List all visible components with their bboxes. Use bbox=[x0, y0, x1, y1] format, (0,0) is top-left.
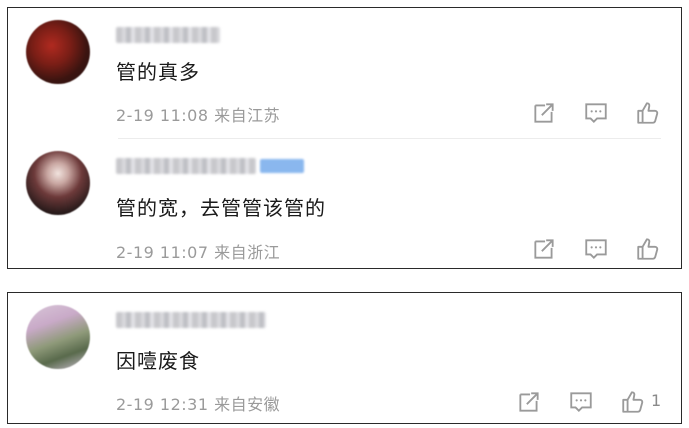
comment-location: 来自江苏 bbox=[214, 106, 281, 125]
comment-location: 来自安徽 bbox=[214, 395, 281, 414]
avatar[interactable] bbox=[26, 20, 90, 84]
comment-meta: 2-19 12:31 来自安徽 bbox=[116, 391, 280, 415]
comment-actions bbox=[531, 100, 671, 130]
comment-time: 2-19 12:31 bbox=[116, 395, 209, 414]
comment-item: 因噎废食 2-19 12:31 来自安徽 1 bbox=[8, 293, 681, 423]
comment-time: 2-19 11:08 bbox=[116, 106, 209, 125]
comment-text: 管的真多 bbox=[116, 60, 200, 84]
username-blurred[interactable] bbox=[116, 27, 220, 43]
comment-meta: 2-19 11:07 来自浙江 bbox=[116, 239, 280, 263]
comment-icon[interactable] bbox=[583, 236, 609, 262]
username-blurred[interactable] bbox=[116, 158, 256, 174]
thumbs-up-icon[interactable] bbox=[620, 389, 646, 415]
comment-meta: 2-19 11:08 来自江苏 bbox=[116, 102, 280, 126]
comment-icon[interactable] bbox=[568, 389, 594, 415]
comment-card-1: 管的真多 2-19 11:08 来自江苏 管的宽，去管管该管的 2-19 11:… bbox=[7, 7, 682, 269]
member-badge bbox=[260, 159, 304, 173]
comment-card-2: 因噎废食 2-19 12:31 来自安徽 1 bbox=[7, 292, 682, 424]
like-count: 1 bbox=[651, 391, 662, 410]
comment-text: 管的宽，去管管该管的 bbox=[116, 196, 326, 220]
username-blurred[interactable] bbox=[116, 312, 266, 328]
share-icon[interactable] bbox=[516, 389, 542, 415]
comment-time: 2-19 11:07 bbox=[116, 243, 209, 262]
avatar[interactable] bbox=[26, 151, 90, 215]
comment-location: 来自浙江 bbox=[214, 243, 281, 262]
share-icon[interactable] bbox=[531, 100, 557, 126]
comment-item: 管的宽，去管管该管的 2-19 11:07 来自浙江 bbox=[8, 139, 681, 269]
share-icon[interactable] bbox=[531, 236, 557, 262]
comment-actions bbox=[531, 236, 671, 266]
comment-item: 管的真多 2-19 11:08 来自江苏 bbox=[8, 8, 681, 138]
avatar[interactable] bbox=[26, 305, 90, 369]
thumbs-up-icon[interactable] bbox=[635, 100, 661, 126]
comment-text: 因噎废食 bbox=[116, 349, 200, 373]
comment-actions: 1 bbox=[516, 389, 676, 419]
comment-icon[interactable] bbox=[583, 100, 609, 126]
thumbs-up-icon[interactable] bbox=[635, 236, 661, 262]
